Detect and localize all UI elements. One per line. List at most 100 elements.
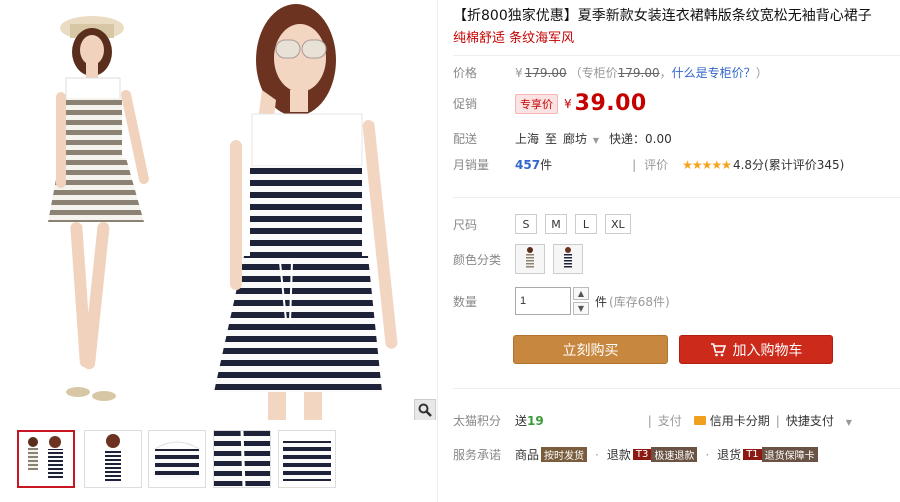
thumbnail-2[interactable] [84,430,142,488]
quantity-label: 数量 [453,294,478,309]
buy-now-label: 立刻购买 [562,342,619,359]
main-image-illustration [48,4,398,420]
service-row: 服务承诺 商品 按时发货 · 退款 T3 极速退款 · 退货 T1 退货保障卡 [453,446,818,463]
original-price: 179.00 [524,65,567,80]
thumbnail-1[interactable] [17,430,75,488]
pay-label: 支付 [657,414,682,428]
size-option-xl[interactable]: XL [605,214,631,234]
buy-now-button[interactable]: 立刻购买 [513,335,668,364]
service-label: 服务承诺 [453,448,502,462]
quantity-step-buttons: ▲ ▼ [573,287,589,315]
on-time-delivery-badge[interactable]: 按时发货 [541,447,588,462]
what-is-counter-price-link[interactable]: 什么是专柜价？ [672,66,756,80]
credit-card-installment[interactable]: 信用卡分期 [693,412,770,429]
promo-price: 39.00 [574,91,647,116]
main-product-image[interactable] [0,0,437,420]
rating-score: 4.8分 [732,158,765,172]
service-item-goods: 商品 [515,448,540,462]
points-prefix: 送 [515,414,528,428]
divider [453,388,900,389]
sales-label: 月销量 [453,158,490,172]
size-row: 尺码 S M L XL [453,214,639,234]
sales-row: 月销量 457 件 | 评价 ★★★★★ 4.8分 (累计评价345) [453,156,844,173]
delivery-row: 配送 上海 至 廊坊 ▼ 快递：0.00 [453,130,672,147]
sales-count: 457 [515,157,541,172]
price-note-sep: ， [659,66,672,80]
price-note: （专柜价179.00，什么是专柜价？） [570,64,768,81]
review-count-link[interactable]: (累计评价345) [764,156,844,173]
credit-card-icon [693,416,706,425]
grey-stripe-dress-swatch-icon [526,247,534,269]
quick-pay-dropdown[interactable]: 快捷支付 ▼ [786,412,852,429]
sales-unit: 件 [540,158,553,172]
thumbnail-3-image [149,431,205,487]
navy-stripe-dress-swatch-icon [564,247,572,269]
promo-currency: ¥ [564,96,572,111]
thumbnail-strip [0,426,437,492]
product-info: 【折800独家优惠】夏季新款女装连衣裙韩版条纹宽松无袖背心裙子 纯棉舒适 条纹海… [453,0,900,502]
price-note-open: （专柜价 [569,66,618,80]
cart-icon [710,342,726,356]
decrement-button[interactable]: ▼ [573,302,589,315]
thumbnail-5[interactable] [278,430,336,488]
quantity-row: 数量 ▲ ▼ 件 (库存68件) [453,287,670,315]
size-option-s[interactable]: S [515,214,537,234]
thumbnail-1-image [19,432,73,486]
rating-stars: ★★★★★ [682,157,732,172]
size-option-m[interactable]: M [545,214,567,234]
thumbnail-4[interactable] [213,430,271,488]
return-badge-code: T1 [743,449,762,460]
ship-to-city: 廊坊 [563,132,588,146]
product-subtitle: 纯棉舒适 条纹海军风 [453,31,575,46]
fast-refund-badge[interactable]: 极速退款 [651,447,698,462]
thumbnail-3[interactable] [148,430,206,488]
column-divider [437,0,438,502]
credit-card-label: 信用卡分期 [709,414,770,428]
separator: | [647,413,652,428]
points-amount: 19 [527,413,544,428]
add-to-cart-button[interactable]: 加入购物车 [679,335,833,364]
ship-from: 上海 [515,132,540,146]
color-label: 颜色分类 [453,252,502,267]
quantity-unit: 件 [595,294,608,309]
exclusive-price-tag: 专享价 [515,93,558,114]
price-currency: ¥ [515,65,523,80]
thumbnail-5-image [279,431,335,487]
quick-pay-label: 快捷支付 [785,414,834,428]
zoom-button[interactable] [414,399,436,420]
refund-badge-code: T3 [632,449,652,460]
delivery-label: 配送 [453,132,478,146]
promo-row: 促销 专享价 ¥ 39.00 [453,91,647,116]
price-note-close: ） [755,66,768,80]
separator: | [632,157,637,172]
product-title: 【折800独家优惠】夏季新款女装连衣裙韩版条纹宽松无袖背心裙子 [453,8,872,24]
price-label: 价格 [453,66,478,80]
quantity-stepper: ▲ ▼ [515,287,589,315]
quantity-input[interactable] [515,287,571,315]
chevron-down-icon: ▼ [592,136,600,145]
product-gallery [0,0,437,502]
color-row: 颜色分类 [453,244,591,274]
right-model [214,4,398,420]
chevron-down-icon: ▼ [577,304,585,313]
add-to-cart-label: 加入购物车 [732,342,803,359]
thumbnail-4-image [214,431,270,487]
magnifier-icon [418,403,432,417]
return-guarantee-badge[interactable]: 退货保障卡 [761,447,818,462]
separator: | [775,413,780,428]
increment-button[interactable]: ▲ [573,287,589,300]
thumbnail-2-image [85,431,141,487]
color-option-grey-stripe[interactable] [515,244,545,274]
price-note-value: 179.00 [617,66,660,80]
dot-separator: · [595,447,599,462]
price-row: 价格 ¥ 179.00 （专柜价179.00，什么是专柜价？） [453,64,768,81]
color-option-navy-stripe[interactable] [553,244,583,274]
promo-label: 促销 [453,97,478,111]
size-option-l[interactable]: L [575,214,597,234]
chevron-up-icon: ▲ [577,289,585,298]
divider [453,55,900,56]
shipping-fee: 快递：0.00 [609,132,672,146]
divider [453,197,900,198]
size-label: 尺码 [453,217,478,232]
ship-to-selector[interactable]: 廊坊 ▼ [563,130,599,147]
